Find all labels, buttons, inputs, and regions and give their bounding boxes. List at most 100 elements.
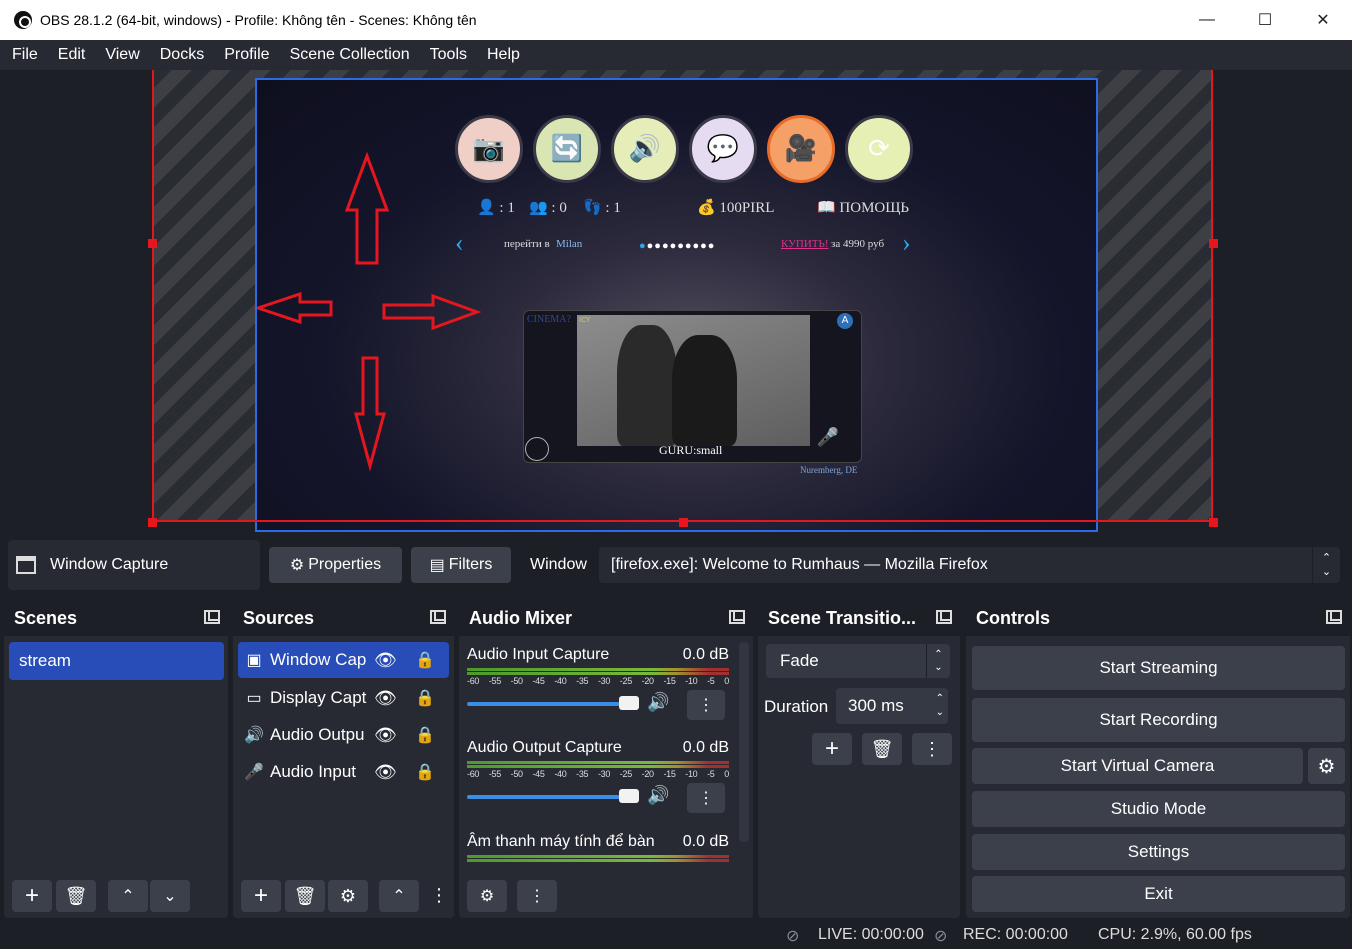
- menu-help[interactable]: Help: [477, 46, 530, 64]
- scenes-title-text: Scenes: [14, 607, 78, 628]
- undock-icon[interactable]: [729, 610, 745, 624]
- volume-slider[interactable]: [467, 795, 639, 799]
- transitions-title: Scene Transitio...: [758, 600, 960, 636]
- visibility-eye-icon[interactable]: 👁: [374, 688, 397, 709]
- display-capture-icon: ▭: [246, 690, 262, 707]
- lock-icon[interactable]: 🔒: [415, 688, 435, 708]
- selection-bounds-red[interactable]: [152, 70, 1213, 522]
- move-scene-up-button[interactable]: ⌃: [108, 880, 148, 912]
- window-capture-icon: [16, 556, 36, 574]
- start-streaming-button[interactable]: Start Streaming: [972, 646, 1345, 690]
- controls-dock: Controls Start Streaming Start Recording…: [966, 600, 1350, 918]
- volume-slider[interactable]: [467, 702, 639, 706]
- duration-value: 300 ms: [848, 696, 904, 715]
- maximize-button[interactable]: ☐: [1236, 0, 1294, 40]
- resize-handle-bottom[interactable]: [679, 518, 688, 527]
- lock-icon[interactable]: 🔒: [415, 725, 435, 745]
- speaker-icon: 🔊: [244, 727, 264, 744]
- move-scene-down-button[interactable]: ⌄: [150, 880, 190, 912]
- scenes-title: Scenes: [4, 600, 228, 636]
- channel-menu-button[interactable]: ⋮: [687, 783, 725, 813]
- window-select-value: [firefox.exe]: Welcome to Rumhaus — Mozi…: [611, 556, 988, 573]
- more-options-icon[interactable]: ⋮: [429, 880, 449, 912]
- scene-item-stream[interactable]: stream: [9, 642, 224, 680]
- add-scene-button[interactable]: +: [12, 880, 52, 912]
- transition-menu-button[interactable]: ⋮: [912, 733, 952, 765]
- mixer-channel: Âm thanh máy tính để bàn 0.0 dB: [467, 833, 729, 869]
- studio-mode-button[interactable]: Studio Mode: [972, 791, 1345, 827]
- source-item-audio-input[interactable]: 🎤 Audio Input 👁 🔒: [238, 754, 449, 790]
- speaker-icon[interactable]: 🔊: [647, 692, 669, 713]
- source-item-window-capture[interactable]: ▣ Window Cap 👁 🔒: [238, 642, 449, 678]
- properties-label: Properties: [308, 556, 382, 573]
- undock-icon[interactable]: [936, 610, 952, 624]
- menu-tools[interactable]: Tools: [420, 46, 477, 64]
- remove-source-button[interactable]: 🗑: [285, 880, 325, 912]
- remove-transition-button[interactable]: 🗑: [862, 733, 902, 765]
- volume-meter: [467, 855, 729, 869]
- virtual-camera-settings-button[interactable]: ⚙: [1308, 748, 1345, 784]
- volume-slider-handle[interactable]: [619, 696, 639, 710]
- title-bar: OBS 28.1.2 (64-bit, windows) - Profile: …: [0, 0, 1352, 40]
- undock-icon[interactable]: [1326, 610, 1342, 624]
- menu-edit[interactable]: Edit: [48, 46, 96, 64]
- menu-profile[interactable]: Profile: [214, 46, 279, 64]
- channel-menu-button[interactable]: ⋮: [687, 690, 725, 720]
- resize-handle-bottom-right[interactable]: [1209, 518, 1218, 527]
- window-label: Window: [530, 556, 587, 573]
- volume-slider-handle[interactable]: [619, 789, 639, 803]
- window-title: OBS 28.1.2 (64-bit, windows) - Profile: …: [40, 12, 477, 28]
- selected-source-name: Window Capture: [50, 556, 169, 573]
- live-time: LIVE: 00:00:00: [818, 926, 924, 943]
- lock-icon[interactable]: 🔒: [415, 650, 435, 670]
- minimize-button[interactable]: —: [1178, 0, 1236, 40]
- settings-button[interactable]: Settings: [972, 834, 1345, 870]
- close-button[interactable]: ✕: [1294, 0, 1352, 40]
- undock-icon[interactable]: [430, 610, 446, 624]
- cpu-fps: CPU: 2.9%, 60.00 fps: [1098, 926, 1252, 943]
- menu-scene-collection[interactable]: Scene Collection: [280, 46, 420, 64]
- preview-canvas[interactable]: 📷 🔄 🔊 💬 🎥 ⟳ 👤 : 1 👥 : 0 👣 : 1 💰 100PIRL …: [0, 70, 1352, 532]
- start-recording-button[interactable]: Start Recording: [972, 698, 1345, 742]
- menu-file[interactable]: File: [0, 46, 48, 64]
- add-transition-button[interactable]: +: [812, 733, 852, 765]
- resize-handle-right[interactable]: [1209, 239, 1218, 248]
- live-signal-icon: ⊘: [786, 928, 800, 945]
- duration-spinbox[interactable]: 300 ms ⌃ ⌄: [836, 688, 948, 724]
- resize-handle-bottom-left[interactable]: [148, 518, 157, 527]
- mixer-settings-button[interactable]: ⚙: [467, 880, 507, 912]
- window-select[interactable]: [firefox.exe]: Welcome to Rumhaus — Mozi…: [599, 547, 1340, 583]
- start-virtual-camera-button[interactable]: Start Virtual Camera: [972, 748, 1303, 784]
- menu-docks[interactable]: Docks: [150, 46, 214, 64]
- mixer-menu-button[interactable]: ⋮: [517, 880, 557, 912]
- properties-button[interactable]: ⚙ Properties: [269, 547, 402, 583]
- menu-view[interactable]: View: [95, 46, 149, 64]
- filters-button[interactable]: ▤ Filters: [411, 547, 511, 583]
- source-properties-button[interactable]: ⚙: [328, 880, 368, 912]
- resize-handle-left[interactable]: [148, 239, 157, 248]
- transition-select[interactable]: Fade ⌃ ⌄: [766, 644, 950, 678]
- add-source-button[interactable]: +: [241, 880, 281, 912]
- visibility-eye-icon[interactable]: 👁: [374, 725, 397, 746]
- scenes-dock: Scenes stream + 🗑 ⌃ ⌄: [4, 600, 228, 918]
- source-item-audio-output[interactable]: 🔊 Audio Outpu 👁 🔒: [238, 717, 449, 753]
- channel-name: Audio Input Capture: [467, 646, 610, 663]
- exit-button[interactable]: Exit: [972, 876, 1345, 912]
- lock-icon[interactable]: 🔒: [415, 762, 435, 782]
- visibility-eye-icon[interactable]: 👁: [374, 762, 397, 783]
- source-label: Audio Outpu: [270, 725, 365, 744]
- filter-icon: ▤: [429, 557, 445, 574]
- status-bar: ⊘ LIVE: 00:00:00 ⊘ REC: 00:00:00 CPU: 2.…: [0, 922, 1352, 949]
- remove-scene-button[interactable]: 🗑: [56, 880, 96, 912]
- volume-meter: -60 -55 -50 -45 -40 -35 -30 -25 -20 -15 -10 -5 0: [467, 668, 729, 686]
- duration-label: Duration: [764, 697, 829, 716]
- select-arrows-icon: ⌃ ⌄: [1312, 547, 1340, 583]
- visibility-eye-icon[interactable]: 👁: [374, 650, 397, 671]
- undock-icon[interactable]: [204, 610, 220, 624]
- mixer-scrollbar[interactable]: [739, 642, 749, 842]
- speaker-icon[interactable]: 🔊: [647, 785, 669, 806]
- move-source-up-button[interactable]: ⌃: [379, 880, 419, 912]
- select-arrows-icon: ⌃ ⌄: [926, 644, 950, 678]
- controls-title-text: Controls: [976, 607, 1050, 628]
- source-item-display-capture[interactable]: ▭ Display Capt 👁 🔒: [238, 680, 449, 716]
